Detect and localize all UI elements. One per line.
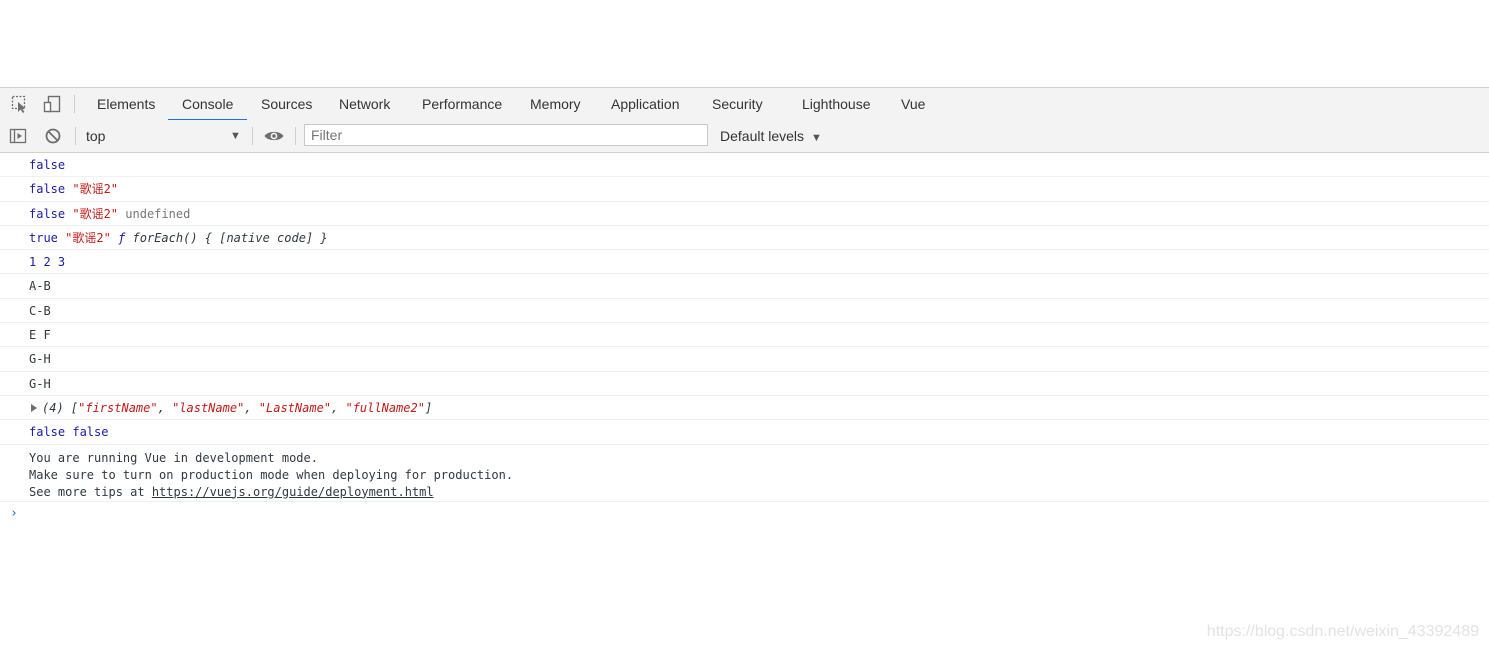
- live-expression-eye-icon[interactable]: [263, 126, 284, 146]
- tab-application[interactable]: Application: [611, 88, 680, 120]
- console-message-vue-notice: You are running Vue in development mode.…: [0, 445, 1489, 502]
- dropdown-arrow-icon: ▼: [810, 132, 822, 144]
- console-message-array[interactable]: (4) ["firstName", "lastName", "LastName"…: [0, 396, 1489, 421]
- watermark: https://blog.csdn.net/weixin_43392489: [1206, 623, 1479, 640]
- tab-memory[interactable]: Memory: [530, 88, 581, 120]
- log-levels-label: Default levels: [720, 128, 805, 144]
- show-sidebar-icon[interactable]: [8, 126, 28, 146]
- console-message: G-H: [0, 372, 1489, 396]
- device-toolbar-icon[interactable]: [42, 94, 62, 114]
- console-prompt[interactable]: ›: [0, 502, 1489, 528]
- tab-vue[interactable]: Vue: [901, 88, 925, 120]
- context-selector-value: top: [86, 128, 106, 144]
- console-message: true "歌谣2" ƒ forEach() { [native code] }: [0, 226, 1489, 251]
- console-message: E F: [0, 323, 1489, 348]
- tab-sources[interactable]: Sources: [261, 88, 312, 120]
- console-message: false: [0, 153, 1489, 178]
- prompt-chevron-icon: ›: [10, 505, 18, 521]
- console-message: false "歌谣2" undefined: [0, 202, 1489, 226]
- console-message: C-B: [0, 299, 1489, 324]
- context-selector[interactable]: top ▼: [86, 120, 246, 152]
- tab-security[interactable]: Security: [712, 88, 763, 120]
- tab-network[interactable]: Network: [339, 88, 390, 120]
- tab-performance[interactable]: Performance: [422, 88, 502, 120]
- console-message: G-H: [0, 347, 1489, 372]
- deployment-guide-link[interactable]: https://vuejs.org/guide/deployment.html: [152, 485, 434, 499]
- dropdown-arrow-icon: ▼: [230, 130, 241, 142]
- clear-console-icon[interactable]: [43, 126, 63, 146]
- tab-elements[interactable]: Elements: [97, 88, 155, 120]
- log-levels-dropdown[interactable]: Default levels ▼: [720, 120, 822, 152]
- tab-lighthouse[interactable]: Lighthouse: [802, 88, 871, 120]
- console-messages: false false "歌谣2" false "歌谣2" undefined …: [0, 153, 1489, 528]
- tab-bar-divider: [74, 95, 75, 113]
- expand-triangle-icon[interactable]: [31, 403, 37, 412]
- console-message: A-B: [0, 274, 1489, 299]
- toolbar-divider: [295, 127, 296, 145]
- console-message: false false: [0, 420, 1489, 445]
- console-toolbar: top ▼ Default levels ▼: [0, 120, 1489, 153]
- toolbar-divider: [75, 127, 76, 145]
- toolbar-divider: [252, 127, 253, 145]
- tab-console[interactable]: Console: [167, 88, 248, 121]
- console-message: false "歌谣2": [0, 177, 1489, 202]
- inspect-element-icon[interactable]: [10, 94, 30, 114]
- console-message: 1 2 3: [0, 250, 1489, 275]
- filter-input[interactable]: [304, 124, 708, 146]
- devtools-tab-bar: Elements Console Sources Network Perform…: [0, 87, 1489, 121]
- page-blank-area: [0, 0, 1489, 87]
